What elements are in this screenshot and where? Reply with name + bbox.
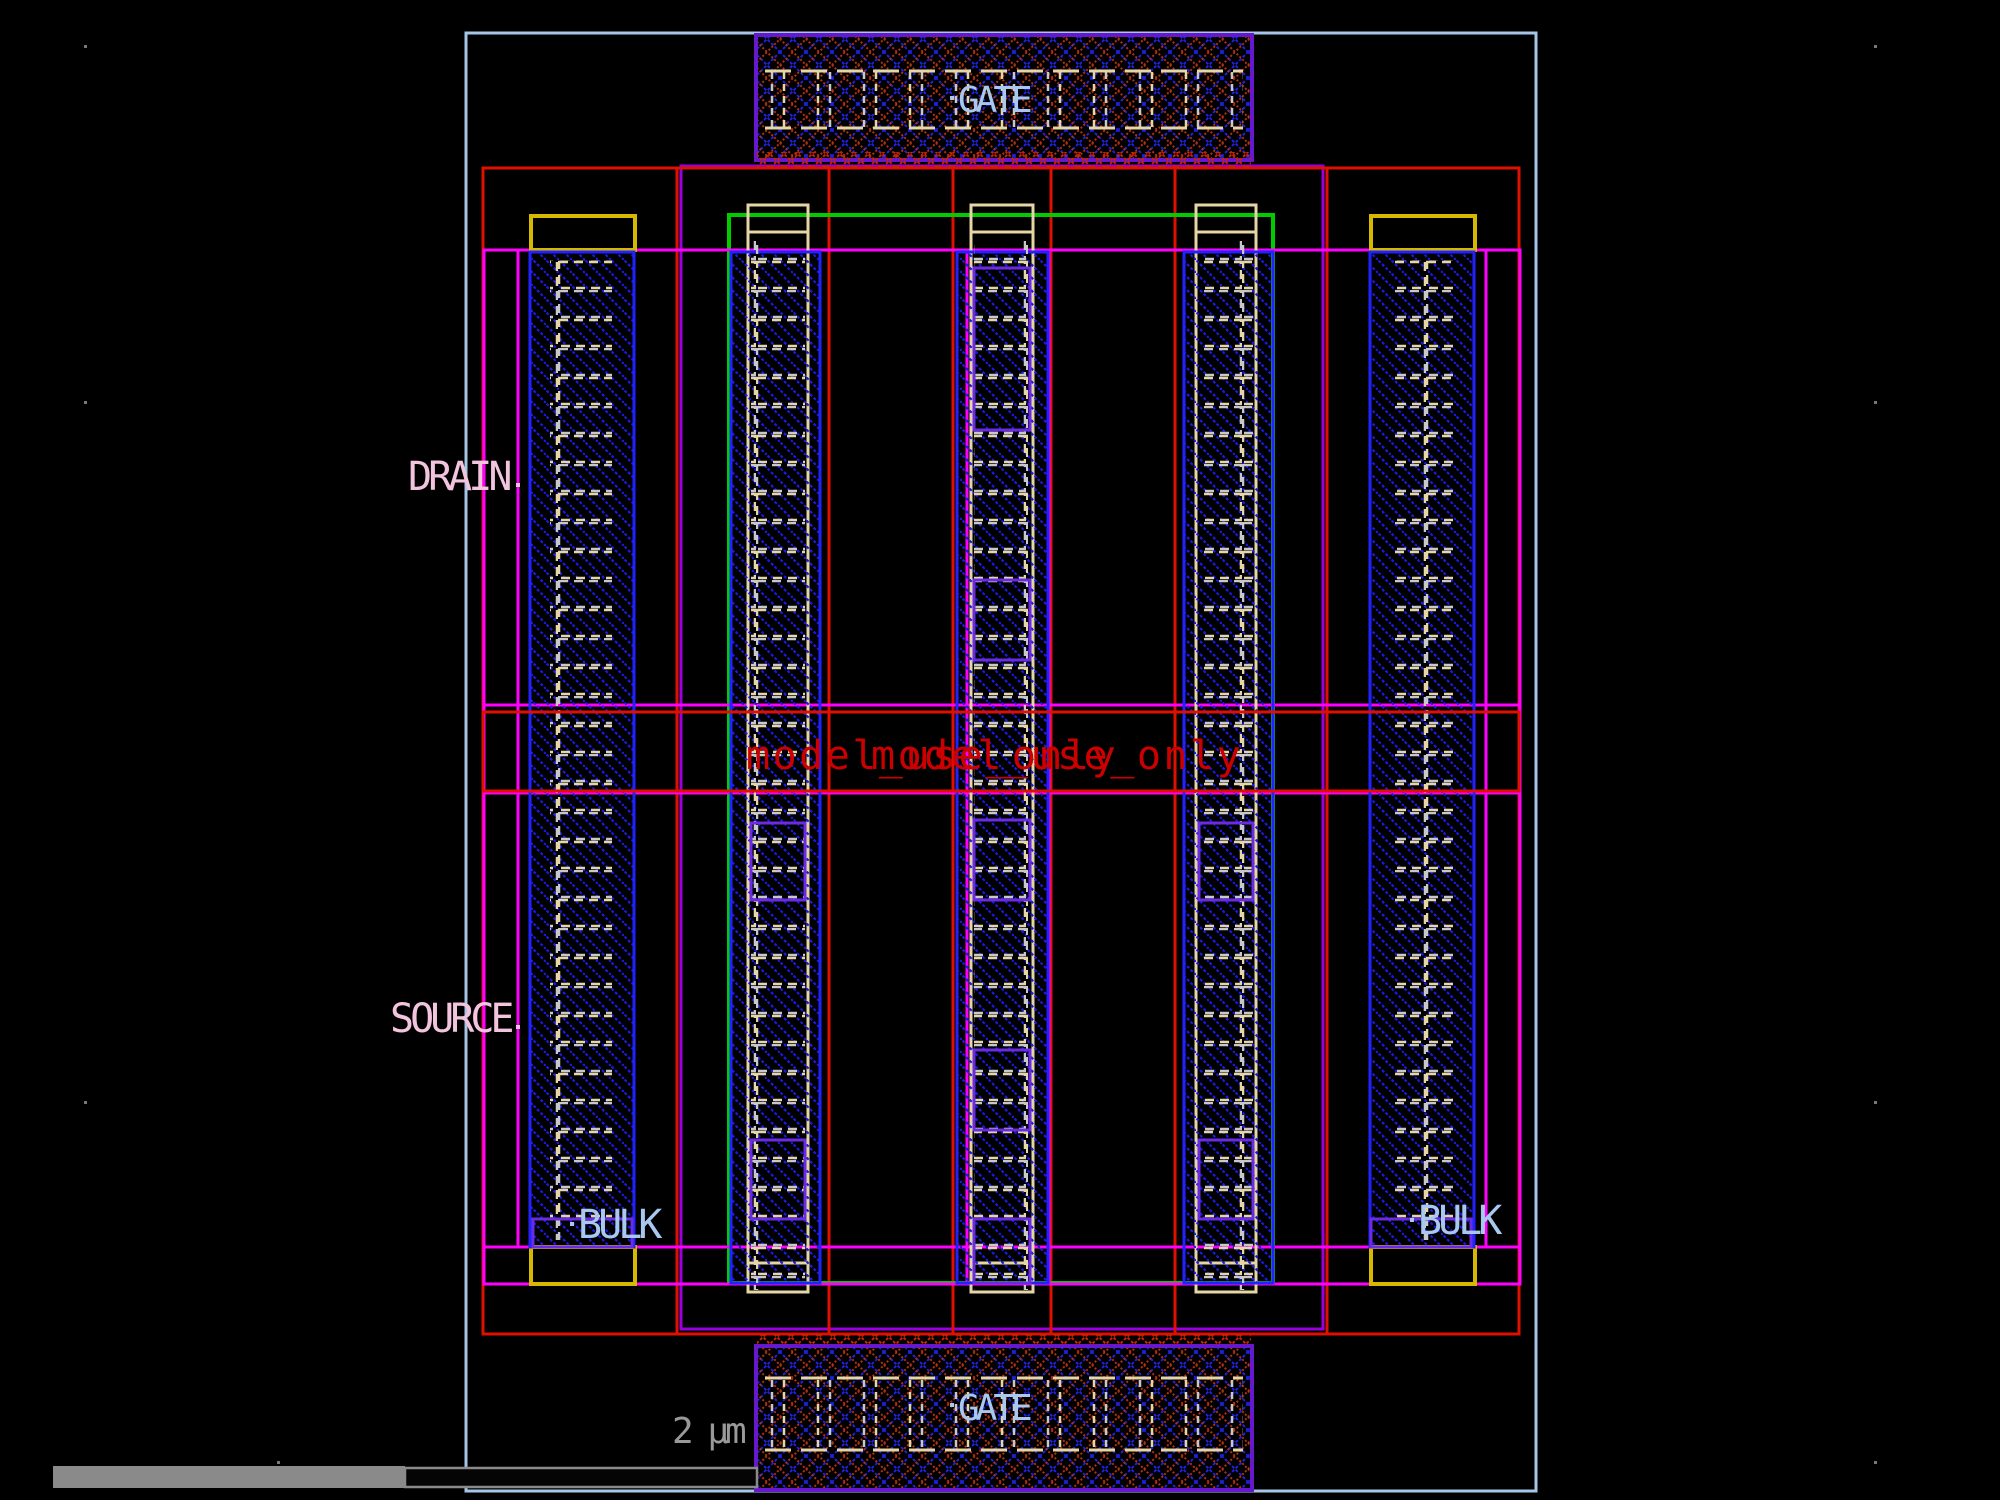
gate-pad-bottom[interactable]: GATE — [756, 1334, 1252, 1490]
marker-text-right: model_use_only — [871, 733, 1243, 779]
drain-label: DRAIN — [408, 454, 510, 500]
bulk-left-label: BULK — [578, 1202, 662, 1248]
gate-bottom-label: GATE — [958, 1388, 1031, 1429]
grid-dot — [1874, 401, 1877, 404]
label-anchor — [570, 1222, 574, 1226]
grid-dot — [84, 1101, 87, 1104]
pad-overlap-hatch — [757, 152, 1251, 168]
grid-dot — [84, 401, 87, 404]
finger-column-5[interactable] — [1370, 252, 1474, 1247]
source-label: SOURCE — [390, 996, 512, 1042]
label-anchor — [950, 1403, 954, 1407]
gate-pad-top[interactable]: GATE — [756, 35, 1252, 168]
contact-chain — [1392, 260, 1454, 1240]
label-anchor — [1410, 1218, 1414, 1222]
finger-column-1[interactable] — [530, 252, 634, 1247]
grid-dot — [84, 45, 87, 48]
label-anchor — [516, 1025, 520, 1029]
gate-top-label: GATE — [958, 80, 1031, 121]
label-anchor — [950, 96, 954, 100]
contact-chain — [550, 260, 612, 1240]
bulk-right-label: BULK — [1418, 1198, 1502, 1244]
grid-dot — [1874, 1101, 1877, 1104]
scale-bar-hollow — [405, 1468, 757, 1487]
layout-canvas[interactable]: GATE GATE model_use_only model_use_only … — [0, 0, 2000, 1500]
scale-label: 2 µm — [672, 1411, 745, 1452]
grid-dot — [277, 1461, 280, 1464]
scale-bar-filled — [53, 1466, 405, 1488]
label-anchor — [516, 483, 520, 487]
grid-dot — [1874, 1461, 1877, 1464]
grid-dot — [1874, 45, 1877, 48]
